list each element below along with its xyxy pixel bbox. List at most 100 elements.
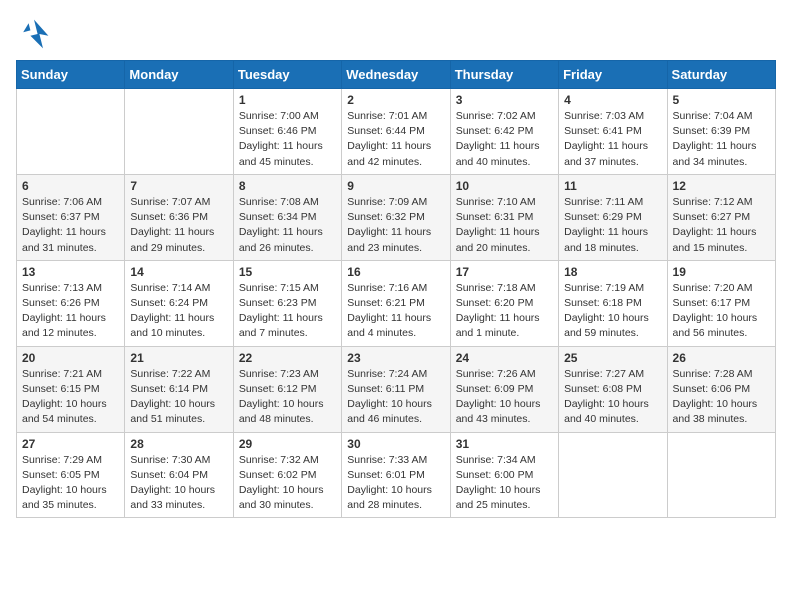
calendar-cell: 25 Sunrise: 7:27 AM Sunset: 6:08 PM Dayli… <box>559 346 667 432</box>
calendar-cell: 29 Sunrise: 7:32 AM Sunset: 6:02 PM Dayli… <box>233 432 341 518</box>
day-info: Sunrise: 7:09 AM Sunset: 6:32 PM Dayligh… <box>347 195 444 256</box>
calendar-cell: 9 Sunrise: 7:09 AM Sunset: 6:32 PM Daylig… <box>342 174 450 260</box>
calendar-cell: 8 Sunrise: 7:08 AM Sunset: 6:34 PM Daylig… <box>233 174 341 260</box>
day-info: Sunrise: 7:08 AM Sunset: 6:34 PM Dayligh… <box>239 195 336 256</box>
calendar-cell <box>559 432 667 518</box>
day-number: 12 <box>673 179 770 193</box>
day-number: 14 <box>130 265 227 279</box>
calendar-cell: 6Sunrise: 7:06 AM Sunset: 6:37 PM Daylig… <box>17 174 125 260</box>
calendar-cell: 27 Sunrise: 7:29 AM Sunset: 6:05 PM Dayli… <box>17 432 125 518</box>
day-number: 19 <box>673 265 770 279</box>
logo-icon <box>16 16 52 52</box>
day-info: Sunrise: 7:29 AM Sunset: 6:05 PM Dayligh… <box>22 453 119 514</box>
calendar-cell: 23 Sunrise: 7:24 AM Sunset: 6:11 PM Dayli… <box>342 346 450 432</box>
day-info: Sunrise: 7:15 AM Sunset: 6:23 PM Dayligh… <box>239 281 336 342</box>
day-info: Sunrise: 7:19 AM Sunset: 6:18 PM Dayligh… <box>564 281 661 342</box>
day-number: 23 <box>347 351 444 365</box>
calendar-week-3: 13 Sunrise: 7:13 AM Sunset: 6:26 PM Dayli… <box>17 260 776 346</box>
day-info: Sunrise: 7:03 AM Sunset: 6:41 PM Dayligh… <box>564 109 661 170</box>
day-info: Sunrise: 7:10 AM Sunset: 6:31 PM Dayligh… <box>456 195 553 256</box>
calendar-cell: 5Sunrise: 7:04 AM Sunset: 6:39 PM Daylig… <box>667 89 775 175</box>
day-info: Sunrise: 7:07 AM Sunset: 6:36 PM Dayligh… <box>130 195 227 256</box>
calendar-cell: 30Sunrise: 7:33 AM Sunset: 6:01 PM Dayli… <box>342 432 450 518</box>
calendar-cell: 18 Sunrise: 7:19 AM Sunset: 6:18 PM Dayli… <box>559 260 667 346</box>
day-info: Sunrise: 7:22 AM Sunset: 6:14 PM Dayligh… <box>130 367 227 428</box>
day-number: 4 <box>564 93 661 107</box>
calendar-cell: 13 Sunrise: 7:13 AM Sunset: 6:26 PM Dayli… <box>17 260 125 346</box>
day-info: Sunrise: 7:24 AM Sunset: 6:11 PM Dayligh… <box>347 367 444 428</box>
day-number: 16 <box>347 265 444 279</box>
day-number: 28 <box>130 437 227 451</box>
day-info: Sunrise: 7:02 AM Sunset: 6:42 PM Dayligh… <box>456 109 553 170</box>
day-number: 13 <box>22 265 119 279</box>
day-number: 7 <box>130 179 227 193</box>
day-number: 15 <box>239 265 336 279</box>
calendar-cell: 2 Sunrise: 7:01 AM Sunset: 6:44 PM Daylig… <box>342 89 450 175</box>
calendar-cell <box>667 432 775 518</box>
day-number: 8 <box>239 179 336 193</box>
day-info: Sunrise: 7:13 AM Sunset: 6:26 PM Dayligh… <box>22 281 119 342</box>
day-number: 27 <box>22 437 119 451</box>
day-number: 2 <box>347 93 444 107</box>
day-info: Sunrise: 7:04 AM Sunset: 6:39 PM Dayligh… <box>673 109 770 170</box>
day-number: 10 <box>456 179 553 193</box>
day-info: Sunrise: 7:28 AM Sunset: 6:06 PM Dayligh… <box>673 367 770 428</box>
calendar-cell: 17 Sunrise: 7:18 AM Sunset: 6:20 PM Dayli… <box>450 260 558 346</box>
calendar-cell: 20Sunrise: 7:21 AM Sunset: 6:15 PM Dayli… <box>17 346 125 432</box>
calendar-cell: 14 Sunrise: 7:14 AM Sunset: 6:24 PM Dayli… <box>125 260 233 346</box>
day-number: 9 <box>347 179 444 193</box>
day-number: 17 <box>456 265 553 279</box>
day-number: 18 <box>564 265 661 279</box>
calendar-week-1: 1 Sunrise: 7:00 AM Sunset: 6:46 PM Daylig… <box>17 89 776 175</box>
calendar-cell: 28Sunrise: 7:30 AM Sunset: 6:04 PM Dayli… <box>125 432 233 518</box>
day-info: Sunrise: 7:14 AM Sunset: 6:24 PM Dayligh… <box>130 281 227 342</box>
day-number: 1 <box>239 93 336 107</box>
day-info: Sunrise: 7:34 AM Sunset: 6:00 PM Dayligh… <box>456 453 553 514</box>
weekday-header-row: SundayMondayTuesdayWednesdayThursdayFrid… <box>17 61 776 89</box>
calendar-cell: 4 Sunrise: 7:03 AM Sunset: 6:41 PM Daylig… <box>559 89 667 175</box>
day-info: Sunrise: 7:27 AM Sunset: 6:08 PM Dayligh… <box>564 367 661 428</box>
weekday-header-friday: Friday <box>559 61 667 89</box>
weekday-header-tuesday: Tuesday <box>233 61 341 89</box>
calendar-cell: 22 Sunrise: 7:23 AM Sunset: 6:12 PM Dayli… <box>233 346 341 432</box>
logo <box>16 16 56 52</box>
day-number: 25 <box>564 351 661 365</box>
day-info: Sunrise: 7:33 AM Sunset: 6:01 PM Dayligh… <box>347 453 444 514</box>
day-number: 31 <box>456 437 553 451</box>
calendar-cell <box>17 89 125 175</box>
day-info: Sunrise: 7:12 AM Sunset: 6:27 PM Dayligh… <box>673 195 770 256</box>
calendar-cell: 26 Sunrise: 7:28 AM Sunset: 6:06 PM Dayli… <box>667 346 775 432</box>
day-info: Sunrise: 7:23 AM Sunset: 6:12 PM Dayligh… <box>239 367 336 428</box>
day-number: 6 <box>22 179 119 193</box>
day-number: 24 <box>456 351 553 365</box>
calendar-cell: 21 Sunrise: 7:22 AM Sunset: 6:14 PM Dayli… <box>125 346 233 432</box>
weekday-header-wednesday: Wednesday <box>342 61 450 89</box>
day-info: Sunrise: 7:00 AM Sunset: 6:46 PM Dayligh… <box>239 109 336 170</box>
day-info: Sunrise: 7:18 AM Sunset: 6:20 PM Dayligh… <box>456 281 553 342</box>
day-number: 29 <box>239 437 336 451</box>
calendar-cell: 7 Sunrise: 7:07 AM Sunset: 6:36 PM Daylig… <box>125 174 233 260</box>
day-info: Sunrise: 7:32 AM Sunset: 6:02 PM Dayligh… <box>239 453 336 514</box>
calendar-cell: 31 Sunrise: 7:34 AM Sunset: 6:00 PM Dayli… <box>450 432 558 518</box>
calendar-cell: 12 Sunrise: 7:12 AM Sunset: 6:27 PM Dayli… <box>667 174 775 260</box>
weekday-header-saturday: Saturday <box>667 61 775 89</box>
calendar-cell: 11 Sunrise: 7:11 AM Sunset: 6:29 PM Dayli… <box>559 174 667 260</box>
day-number: 11 <box>564 179 661 193</box>
day-info: Sunrise: 7:01 AM Sunset: 6:44 PM Dayligh… <box>347 109 444 170</box>
calendar-cell: 1 Sunrise: 7:00 AM Sunset: 6:46 PM Daylig… <box>233 89 341 175</box>
calendar-cell: 10 Sunrise: 7:10 AM Sunset: 6:31 PM Dayli… <box>450 174 558 260</box>
weekday-header-thursday: Thursday <box>450 61 558 89</box>
day-number: 22 <box>239 351 336 365</box>
day-info: Sunrise: 7:20 AM Sunset: 6:17 PM Dayligh… <box>673 281 770 342</box>
weekday-header-monday: Monday <box>125 61 233 89</box>
day-info: Sunrise: 7:11 AM Sunset: 6:29 PM Dayligh… <box>564 195 661 256</box>
day-number: 21 <box>130 351 227 365</box>
calendar-week-4: 20Sunrise: 7:21 AM Sunset: 6:15 PM Dayli… <box>17 346 776 432</box>
page-header <box>16 16 776 52</box>
calendar-cell: 19 Sunrise: 7:20 AM Sunset: 6:17 PM Dayli… <box>667 260 775 346</box>
calendar-week-5: 27 Sunrise: 7:29 AM Sunset: 6:05 PM Dayli… <box>17 432 776 518</box>
weekday-header-sunday: Sunday <box>17 61 125 89</box>
calendar-cell: 16Sunrise: 7:16 AM Sunset: 6:21 PM Dayli… <box>342 260 450 346</box>
day-number: 26 <box>673 351 770 365</box>
day-number: 20 <box>22 351 119 365</box>
